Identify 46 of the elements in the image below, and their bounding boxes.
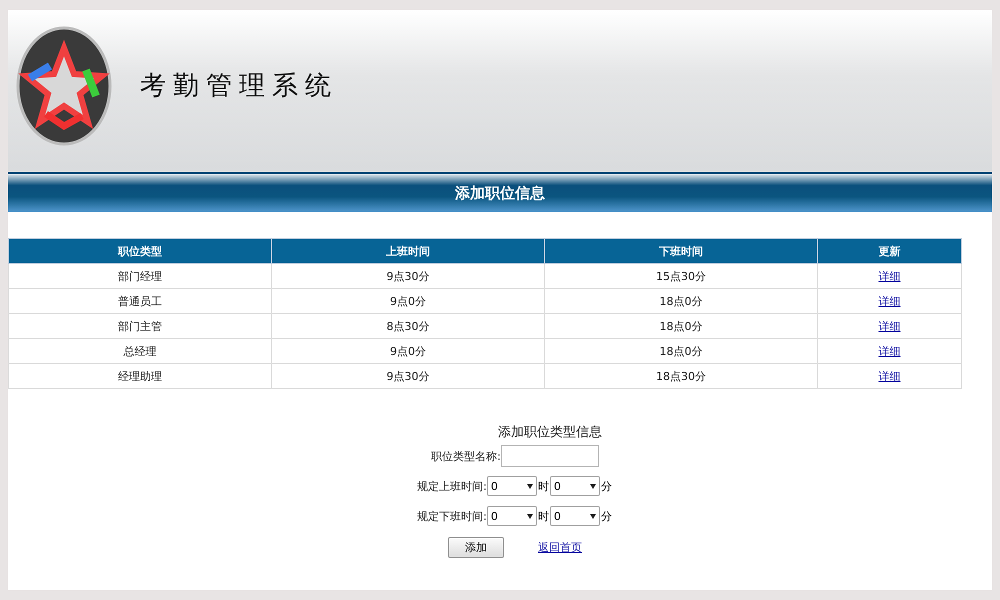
unit-label: 分: [600, 508, 612, 524]
table-cell: 18点30分: [544, 364, 818, 388]
system-title: 考勤管理系统: [140, 70, 338, 103]
table-cell: 9点30分: [272, 364, 544, 388]
unit-label: 时: [538, 508, 549, 524]
caret-icon: [526, 484, 533, 488]
table-cell: 普通员工: [8, 288, 272, 314]
field-label: 规定下班时间:: [417, 508, 487, 524]
hour-select[interactable]: 0: [486, 506, 537, 526]
table-cell: 9点0分: [272, 338, 544, 364]
name-input-field[interactable]: [500, 445, 599, 467]
table-cell: 经理助理: [8, 364, 272, 388]
column-header: 职位类型: [8, 238, 272, 264]
table-cell: 部门主管: [8, 314, 272, 338]
hour-select[interactable]: 0: [486, 476, 537, 496]
field-label: 职位类型名称:: [431, 448, 501, 464]
table-cell: 18点0分: [544, 314, 818, 338]
unit-label: 时: [538, 478, 549, 494]
table-cell: 8点30分: [272, 314, 544, 338]
caret-icon: [526, 514, 533, 518]
add-button[interactable]: 添加: [448, 537, 504, 558]
detail-link[interactable]: 详细: [878, 320, 900, 332]
detail-link[interactable]: 详细: [878, 344, 900, 358]
detail-link[interactable]: 详细: [878, 370, 900, 382]
unit-label: 分: [600, 478, 612, 494]
table-cell: 部门经理: [8, 264, 272, 288]
minute-select[interactable]: 0: [550, 506, 600, 526]
table-cell: 18点0分: [544, 288, 818, 314]
column-header: 上班时间: [272, 238, 544, 264]
home-link[interactable]: 返回首页: [538, 540, 582, 555]
star-logo-icon: [16, 26, 112, 146]
minute-select[interactable]: 0: [550, 476, 600, 496]
table-cell: 9点0分: [272, 288, 544, 314]
column-header: 更新: [818, 238, 962, 264]
table-cell: 总经理: [8, 338, 272, 364]
table-cell: 9点30分: [272, 264, 544, 288]
form-title: 添加职位类型信息: [498, 424, 602, 441]
caret-icon: [590, 484, 596, 488]
section-title: 添加职位信息: [455, 184, 545, 202]
table-cell: 18点0分: [544, 338, 818, 364]
column-header: 下班时间: [544, 238, 818, 264]
field-label: 规定上班时间:: [417, 478, 487, 494]
detail-link[interactable]: 详细: [878, 270, 900, 282]
caret-icon: [590, 514, 596, 518]
detail-link[interactable]: 详细: [878, 294, 900, 308]
table-cell: 15点30分: [544, 264, 818, 288]
